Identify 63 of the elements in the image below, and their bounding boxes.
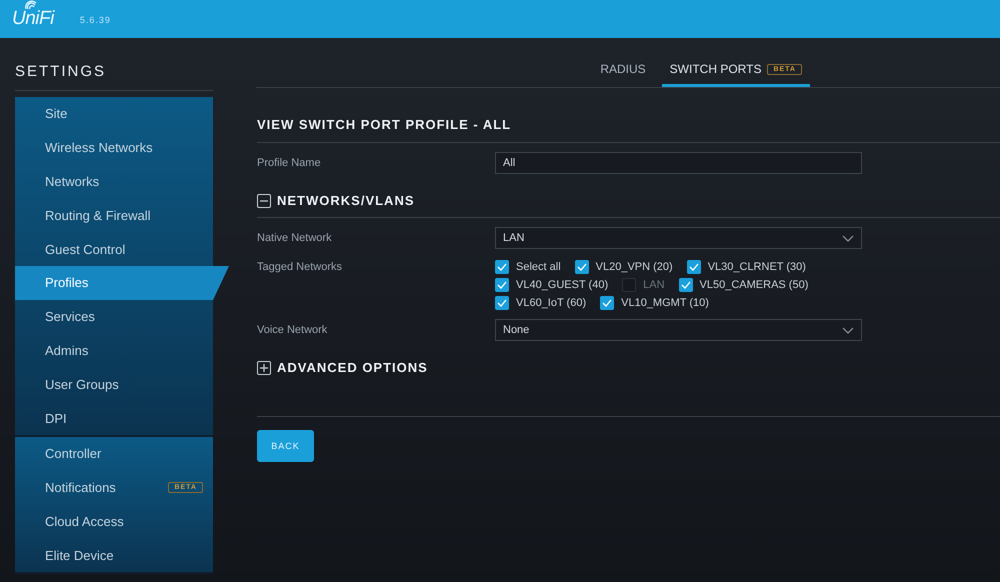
sidebar-item-label: Elite Device <box>45 548 114 563</box>
sidebar-item-label: Wireless Networks <box>45 140 153 156</box>
section-title[interactable]: NETWORKS/VLANS <box>277 193 414 208</box>
sidebar-item-label: DPI <box>45 410 67 426</box>
sidebar-item-label: Networks <box>45 174 100 189</box>
page-title: VIEW SWITCH PORT PROFILE - ALL <box>257 88 1000 143</box>
checkbox[interactable] <box>495 260 509 274</box>
sidebar-item[interactable]: Admins <box>15 334 213 368</box>
version-text: 5.6.39 <box>80 15 111 25</box>
sidebar-item-label: Profiles <box>45 275 88 290</box>
sidebar-item[interactable]: Services <box>15 300 213 334</box>
checkbox-label: LAN <box>643 279 665 291</box>
field-label: Profile Name <box>257 157 322 169</box>
input-field[interactable]: All <box>495 152 862 174</box>
dropdown[interactable]: LAN <box>495 227 862 249</box>
dropdown[interactable]: None <box>495 319 862 341</box>
checkbox[interactable] <box>600 296 614 310</box>
sidebar-item[interactable]: Controller <box>15 436 213 471</box>
sidebar-item-label: Controller <box>45 446 102 462</box>
field-label: Voice Network <box>257 324 328 336</box>
sidebar-item[interactable]: DPI <box>15 401 213 435</box>
checkbox-label: Select all <box>516 261 561 273</box>
sidebar-item[interactable]: Guest Control <box>15 232 213 266</box>
checkbox-label: VL60_IoT (60) <box>516 297 586 309</box>
section-title[interactable]: ADVANCED OPTIONS <box>277 360 428 375</box>
sidebar-item[interactable]: Cloud Access <box>15 504 213 538</box>
chevron-down-icon <box>842 326 854 334</box>
sidebar-item[interactable]: Elite Device <box>15 538 213 572</box>
tab-label: RADIUS <box>600 62 646 76</box>
checkbox[interactable] <box>495 296 509 310</box>
sidebar-item-label: Services <box>45 309 95 324</box>
sidebar-item[interactable]: Routing & Firewall <box>15 198 213 232</box>
sidebar-item[interactable]: Site <box>15 97 213 131</box>
wifi-icon <box>24 0 38 10</box>
checkbox-label: VL10_MGMT (10) <box>621 297 709 309</box>
chevron-down-icon <box>842 234 854 242</box>
sidebar-title: SETTINGS <box>15 38 213 91</box>
sidebar-item-label: Site <box>45 106 68 122</box>
sidebar-item-label: Cloud Access <box>45 514 124 529</box>
checkbox[interactable] <box>574 260 589 274</box>
field-label: Tagged Networks <box>257 261 343 273</box>
sidebar-item-label: Routing & Firewall <box>45 208 150 223</box>
checkbox-label: VL30_CLRNET (30) <box>708 261 806 273</box>
expand-icon[interactable] <box>257 360 271 374</box>
sidebar-item-label: Guest Control <box>45 242 126 257</box>
tab-label: SWITCH PORTS <box>670 62 762 76</box>
sidebar-item[interactable]: Wireless Networks <box>15 130 213 165</box>
sidebar-item-label: User Groups <box>45 376 119 392</box>
sidebar-item[interactable]: User Groups <box>15 367 213 402</box>
checkbox-label: VL50_CAMERAS (50) <box>700 279 808 291</box>
checkbox[interactable] <box>495 278 509 292</box>
field-label: Native Network <box>257 232 333 244</box>
checkbox[interactable] <box>686 260 701 274</box>
collapse-icon[interactable] <box>257 194 271 208</box>
logo: UniFi <box>12 8 54 30</box>
checkbox[interactable] <box>678 278 693 292</box>
checkbox-label: VL20_VPN (20) <box>596 261 673 273</box>
sidebar-item[interactable]: Networks <box>15 164 213 198</box>
checkbox[interactable] <box>622 278 636 292</box>
tab[interactable]: RADIUS <box>592 54 654 87</box>
sidebar-item-label: Notifications <box>45 480 116 496</box>
checkbox-label: VL40_GUEST (40) <box>516 279 608 291</box>
sidebar-item-label: Admins <box>45 342 88 358</box>
